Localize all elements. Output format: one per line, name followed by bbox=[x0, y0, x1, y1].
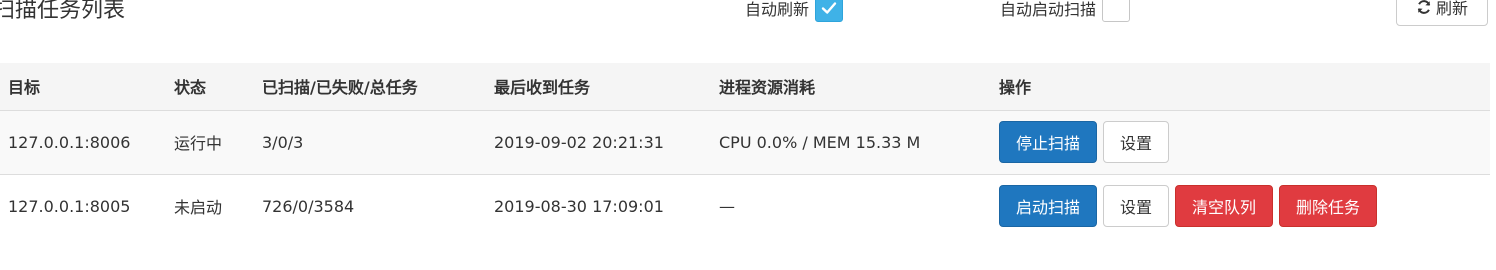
refresh-label: 刷新 bbox=[1435, 0, 1468, 18]
stop-scan-button[interactable]: 停止扫描 bbox=[999, 121, 1098, 163]
start-scan-button[interactable]: 启动扫描 bbox=[999, 185, 1098, 228]
clear-queue-button[interactable]: 清空队列 bbox=[1175, 185, 1274, 228]
task-table: 目标 状态 已扫描/已失败/总任务 最后收到任务 进程资源消耗 操作 127.0… bbox=[0, 63, 1490, 238]
row-actions: 停止扫描 设置 bbox=[999, 121, 1490, 163]
cell-last-task: 2019-09-02 20:21:31 bbox=[494, 132, 664, 152]
scan-task-page: 扫描任务列表 自动刷新 自动启动扫描 刷新 目标 状态 已扫描/已失败/总任务 … bbox=[0, 0, 1496, 270]
delete-task-button[interactable]: 删除任务 bbox=[1279, 185, 1378, 228]
settings-button[interactable]: 设置 bbox=[1103, 121, 1170, 163]
column-header-status: 状态 bbox=[174, 78, 207, 98]
column-header-target: 目标 bbox=[8, 78, 41, 98]
settings-button[interactable]: 设置 bbox=[1103, 185, 1170, 228]
table-row: 127.0.0.1:8005 未启动 726/0/3584 2019-08-30… bbox=[0, 174, 1490, 238]
column-header-progress: 已扫描/已失败/总任务 bbox=[262, 78, 418, 98]
cell-progress: 726/0/3584 bbox=[262, 196, 355, 216]
auto-refresh-checkbox[interactable] bbox=[815, 0, 844, 22]
column-header-actions: 操作 bbox=[999, 78, 1032, 98]
cell-last-task: 2019-08-30 17:09:01 bbox=[494, 196, 664, 216]
table-header-row: 目标 状态 已扫描/已失败/总任务 最后收到任务 进程资源消耗 操作 bbox=[0, 63, 1490, 110]
auto-start-toggle[interactable]: 自动启动扫描 bbox=[1000, 0, 1131, 22]
cell-actions: 停止扫描 设置 bbox=[991, 110, 1490, 174]
cell-progress: 3/0/3 bbox=[262, 132, 304, 152]
table-row: 127.0.0.1:8006 运行中 3/0/3 2019-09-02 20:2… bbox=[0, 110, 1490, 174]
refresh-icon bbox=[1417, 0, 1431, 14]
cell-target: 127.0.0.1:8005 bbox=[8, 196, 131, 216]
auto-start-label: 自动启动扫描 bbox=[1000, 0, 1097, 19]
auto-refresh-toggle[interactable]: 自动刷新 bbox=[745, 0, 844, 22]
auto-refresh-label: 自动刷新 bbox=[745, 0, 810, 19]
refresh-button[interactable]: 刷新 bbox=[1396, 0, 1488, 26]
cell-status: 运行中 bbox=[174, 134, 223, 153]
check-icon bbox=[821, 2, 837, 14]
cell-resources: — bbox=[719, 196, 735, 216]
row-actions: 启动扫描 设置 清空队列 删除任务 bbox=[999, 185, 1490, 228]
cell-resources: CPU 0.0% / MEM 15.33 M bbox=[719, 132, 921, 152]
page-title: 扫描任务列表 bbox=[0, 0, 126, 23]
auto-start-checkbox[interactable] bbox=[1102, 0, 1131, 22]
cell-actions: 启动扫描 设置 清空队列 删除任务 bbox=[991, 174, 1490, 238]
cell-target: 127.0.0.1:8006 bbox=[8, 132, 131, 152]
column-header-last-task: 最后收到任务 bbox=[494, 78, 591, 98]
column-header-resources: 进程资源消耗 bbox=[719, 78, 816, 98]
cell-status: 未启动 bbox=[174, 198, 223, 218]
